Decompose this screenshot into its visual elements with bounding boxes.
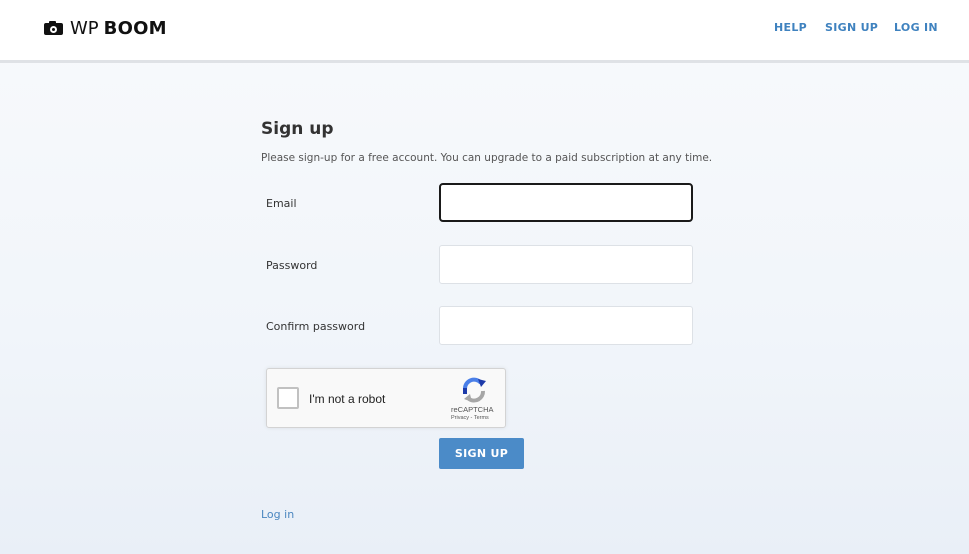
recaptcha-terms-link[interactable]: Terms xyxy=(474,415,489,421)
recaptcha-logo-icon xyxy=(463,377,486,403)
email-field[interactable] xyxy=(439,183,693,222)
nav-help-link[interactable]: HELP xyxy=(774,21,807,34)
password-label: Password xyxy=(266,259,318,272)
recaptcha-checkbox[interactable] xyxy=(277,387,299,409)
top-header: WP BOOM HELP SIGN UP LOG IN xyxy=(0,0,969,63)
recaptcha-brand: reCAPTCHA xyxy=(451,405,494,414)
recaptcha-links: Privacy - Terms xyxy=(451,415,489,421)
confirm-password-label: Confirm password xyxy=(266,320,366,333)
login-link[interactable]: Log in xyxy=(261,508,294,521)
camera-icon xyxy=(44,21,63,35)
email-label: Email xyxy=(266,197,297,210)
password-field[interactable] xyxy=(439,245,693,284)
recaptcha-privacy-link[interactable]: Privacy xyxy=(451,415,469,421)
recaptcha-widget: I'm not a robot reCAPTCHA Privacy - Term… xyxy=(266,368,506,428)
recaptcha-label: I'm not a robot xyxy=(309,392,386,406)
logo-prefix: WP xyxy=(70,17,99,39)
sign-up-button[interactable]: SIGN UP xyxy=(439,438,524,469)
nav-signup-link[interactable]: SIGN UP xyxy=(825,21,878,34)
page-subtitle: Please sign-up for a free account. You c… xyxy=(261,152,713,164)
nav-login-link[interactable]: LOG IN xyxy=(894,21,938,34)
site-logo[interactable]: WP BOOM xyxy=(44,17,167,39)
confirm-password-field[interactable] xyxy=(439,306,693,345)
page-title: Sign up xyxy=(261,119,334,139)
logo-brand: BOOM xyxy=(103,17,167,39)
